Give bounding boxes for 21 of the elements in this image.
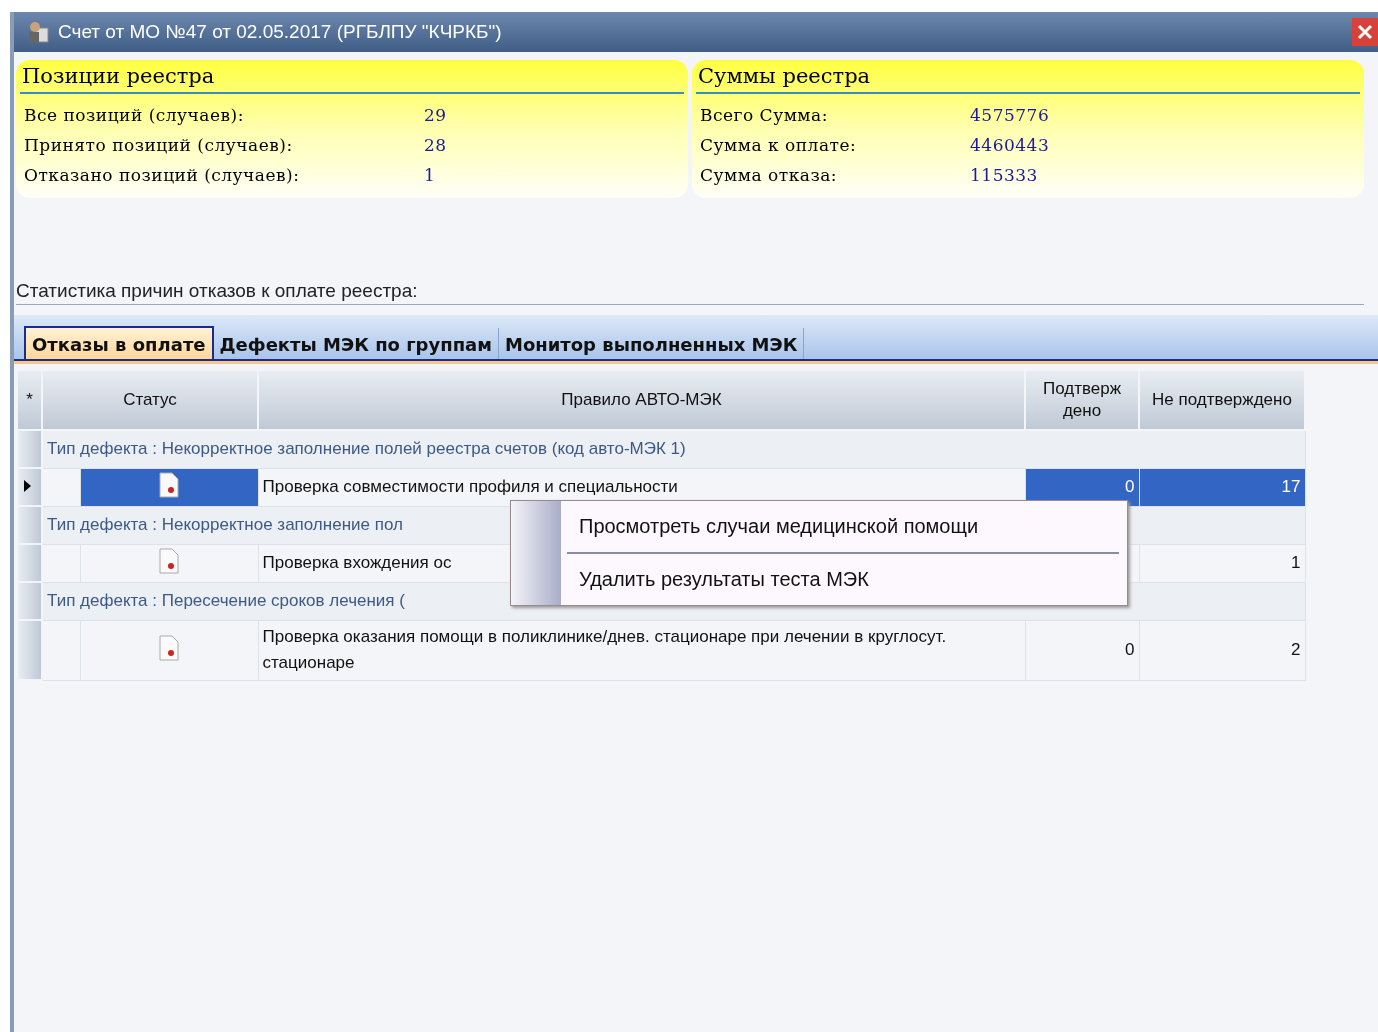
panel-title: Позиции реестра — [20, 62, 684, 94]
stat-label: Все позиций (случаев): — [24, 105, 245, 125]
stat-label: Принято позиций (случаев): — [24, 135, 294, 155]
table-cell: 0 — [1025, 620, 1139, 680]
stat-value: 4575776 — [970, 105, 1050, 125]
stat-label: Сумма отказа: — [700, 165, 839, 185]
stat-label: Сумма к оплате: — [700, 135, 858, 155]
section-label: Статистика причин отказов к оплате реестра: — [16, 280, 1364, 305]
window-title: Счет от МО №47 от 02.05.2017 (РГБЛПУ "КЧРКБ") — [58, 21, 502, 43]
stat-label: Всего Сумма: — [700, 105, 829, 125]
table-cell: Проверка оказания помощи в поликлинике/днев. стационаре при лечении в круглосут. стационаре — [258, 620, 1025, 680]
panel-title: Суммы реестра — [696, 62, 1360, 94]
stat-value: 29 — [424, 105, 447, 125]
table-cell: 17 — [1139, 468, 1305, 506]
stat-value: 1 — [424, 165, 436, 185]
stat-value: 4460443 — [970, 135, 1050, 155]
stat-value: 115333 — [970, 165, 1038, 185]
stat-value: 28 — [424, 135, 447, 155]
stat-label: Отказано позиций (случаев): — [24, 165, 301, 185]
table-cell: 1 — [1139, 544, 1305, 582]
table-cell: 2 — [1139, 620, 1305, 680]
